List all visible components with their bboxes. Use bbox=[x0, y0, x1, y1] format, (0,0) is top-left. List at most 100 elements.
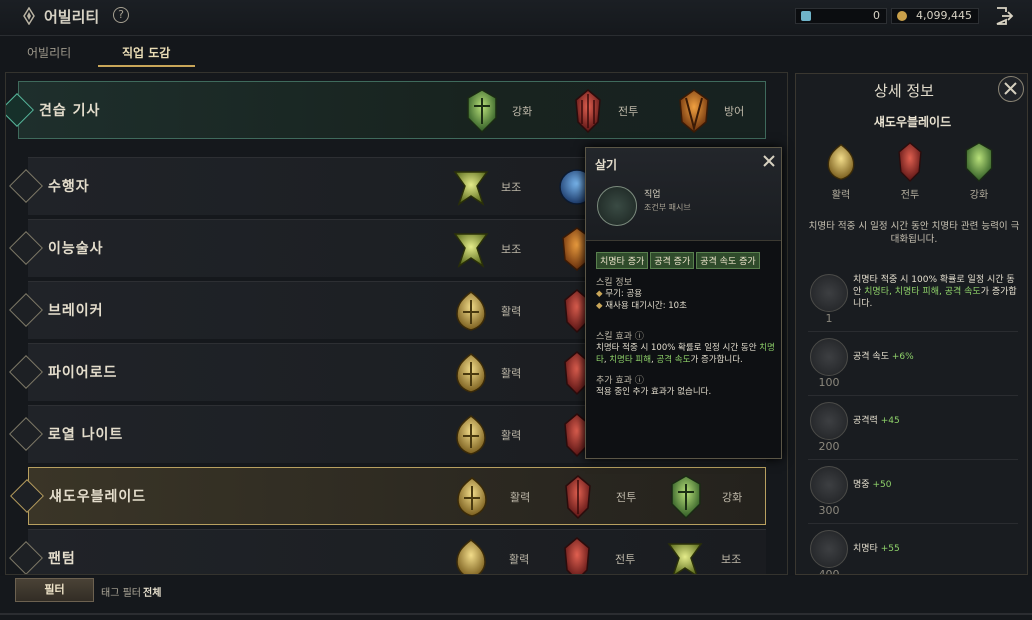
class-name: 섀도우블레이드 bbox=[49, 489, 147, 505]
ability-level: 300 bbox=[818, 504, 840, 517]
class-diamond-icon bbox=[9, 417, 43, 451]
tag-label: 방어 bbox=[724, 105, 745, 118]
class-row-shadowblade[interactable]: 섀도우블레이드 활력 전투 강화 bbox=[10, 467, 766, 525]
tab-class-codex[interactable]: 직업 도감 bbox=[122, 44, 170, 61]
gold-emblem-icon bbox=[456, 291, 486, 331]
help-icon[interactable]: ? bbox=[113, 7, 129, 23]
tag-label: 활력 bbox=[501, 367, 522, 380]
effect-description: 치명타 적중 시 100% 확률로 일정 시간 동안 치명타, 치명타 피해, … bbox=[596, 343, 775, 365]
emblem-label: 활력 bbox=[831, 190, 851, 201]
class-row-apprentice-knight[interactable]: 견습 기사 강화 전투 방어 bbox=[6, 81, 766, 139]
class-diamond-icon bbox=[9, 169, 43, 203]
tag-label: 강화 bbox=[512, 105, 533, 118]
class-name: 수행자 bbox=[48, 179, 90, 195]
green-emblem-icon bbox=[467, 89, 497, 134]
ability-entry: 300 명중 +50 bbox=[808, 464, 1018, 524]
class-name: 파이어로드 bbox=[48, 365, 118, 381]
close-icon[interactable] bbox=[762, 154, 776, 168]
tag-label: 보조 bbox=[501, 181, 522, 194]
class-diamond-icon bbox=[10, 479, 44, 513]
weapon-info: 무기: 공용 bbox=[605, 289, 643, 299]
ability-icon bbox=[810, 402, 848, 440]
gem-currency: 0 bbox=[795, 8, 887, 24]
tag-filter-label: 태그 필터 bbox=[101, 588, 141, 599]
tag-label: 전투 bbox=[618, 105, 639, 118]
red-emblem-icon bbox=[565, 475, 591, 520]
gold-amount: 4,099,445 bbox=[916, 9, 972, 22]
active-tab-indicator bbox=[98, 65, 195, 67]
skill-tag: 공격 증가 bbox=[650, 252, 695, 269]
filter-button[interactable]: 필터 bbox=[15, 578, 94, 602]
ability-entry: 100 공격 속도 +6% bbox=[808, 336, 1018, 396]
emblem-label: 강화 bbox=[969, 190, 989, 201]
ability-icon bbox=[23, 7, 35, 25]
ability-icon bbox=[810, 274, 848, 312]
tag-label: 활력 bbox=[510, 491, 531, 504]
yellowgreen-emblem-icon bbox=[453, 171, 489, 206]
ability-level: 1 bbox=[825, 312, 833, 325]
divider bbox=[0, 613, 1032, 615]
gold-emblem-icon bbox=[456, 353, 486, 393]
tab-ability[interactable]: 어빌리티 bbox=[27, 44, 71, 61]
top-bar: 어빌리티 ? 0 4,099,445 bbox=[0, 0, 1032, 36]
tooltip-header: 살기 직업 조건부 패시브 bbox=[586, 148, 781, 241]
section-title: 스킬 정보 bbox=[596, 278, 632, 288]
class-description: 치명타 적중 시 일정 시간 동안 치명타 관련 능력이 극대화됩니다. bbox=[808, 221, 1020, 245]
skill-info-section: 스킬 정보 ◆ 무기: 공용 ◆ 재사용 대기시간: 10초 bbox=[596, 275, 687, 312]
ability-entry: 400 치명타 +55 bbox=[808, 528, 1018, 575]
tooltip-title: 살기 bbox=[595, 158, 618, 172]
skill-tags: 치명타 증가 공격 증가 공격 속도 증가 bbox=[596, 249, 762, 269]
tab-bar: 어빌리티 직업 도감 bbox=[0, 36, 1032, 68]
gold-emblem-icon bbox=[456, 415, 486, 455]
emblem-label: 전투 bbox=[900, 190, 920, 201]
info-icon: ⓘ bbox=[634, 332, 644, 342]
extra-effect-text: 적용 중인 추가 효과가 없습니다. bbox=[596, 387, 712, 397]
tag-label: 전투 bbox=[615, 553, 636, 566]
section-title: 스킬 효과 bbox=[596, 332, 632, 342]
tag-label: 활력 bbox=[501, 305, 522, 318]
detail-panel: 상세 정보 섀도우블레이드 활력 전투 강화 치명타 적중 시 일정 시간 동안… bbox=[795, 73, 1028, 575]
detail-panel-title: 상세 정보 bbox=[874, 82, 934, 100]
class-diamond-icon bbox=[9, 293, 43, 327]
class-name: 브레이커 bbox=[48, 303, 104, 319]
ability-entry: 200 공격력 +45 bbox=[808, 400, 1018, 460]
gem-icon bbox=[801, 11, 811, 21]
tag-label: 보조 bbox=[501, 243, 522, 256]
page-title: 어빌리티 bbox=[44, 8, 100, 26]
skill-icon bbox=[597, 186, 637, 226]
exit-icon[interactable] bbox=[994, 6, 1014, 26]
cooldown-info: 재사용 대기시간: 10초 bbox=[605, 301, 687, 311]
class-diamond-icon bbox=[9, 355, 43, 389]
orange-emblem-icon bbox=[679, 89, 709, 133]
skill-tag: 치명타 증가 bbox=[596, 252, 649, 269]
skill-type-label: 직업 bbox=[644, 190, 661, 200]
yellowgreen-emblem-icon bbox=[667, 543, 703, 574]
close-button[interactable] bbox=[998, 76, 1024, 102]
tag-label: 보조 bbox=[721, 553, 742, 566]
gold-emblem-icon bbox=[456, 539, 486, 574]
extra-effect-section: 추가 효과 ⓘ 적용 중인 추가 효과가 없습니다. bbox=[596, 373, 711, 398]
class-diamond-icon bbox=[6, 93, 34, 127]
ability-icon bbox=[810, 338, 848, 376]
class-row-phantom[interactable]: 팬텀 활력 전투 보조 bbox=[9, 529, 766, 574]
tag-filter-value[interactable]: 전체 bbox=[143, 584, 161, 599]
ability-entry: 1 치명타 적중 시 100% 확률로 일정 시간 동안 치명타, 치명타 피해… bbox=[808, 272, 1018, 332]
gold-emblem-icon bbox=[457, 477, 487, 517]
red-emblem-icon bbox=[898, 142, 922, 183]
skill-effect-section: 스킬 효과 ⓘ 치명타 적중 시 100% 확률로 일정 시간 동안 치명타, … bbox=[596, 329, 776, 366]
section-title: 추가 효과 bbox=[596, 376, 632, 386]
skill-condition-label: 조건부 패시브 bbox=[644, 203, 691, 212]
class-name: 이능술사 bbox=[48, 241, 104, 257]
tag-label: 활력 bbox=[509, 553, 530, 566]
tag-label: 전투 bbox=[616, 491, 637, 504]
green-emblem-icon bbox=[671, 475, 701, 520]
ability-level: 400 bbox=[818, 568, 840, 575]
red-emblem-icon bbox=[575, 89, 601, 134]
ability-icon bbox=[810, 530, 848, 568]
yellowgreen-emblem-icon bbox=[453, 233, 489, 268]
gem-amount: 0 bbox=[873, 9, 880, 22]
selected-class-name: 섀도우블레이드 bbox=[873, 115, 952, 129]
skill-tooltip: 살기 직업 조건부 패시브 치명타 증가 공격 증가 공격 속도 증가 스킬 정보 … bbox=[585, 147, 782, 459]
class-name: 견습 기사 bbox=[39, 103, 101, 119]
ability-level: 200 bbox=[818, 440, 840, 453]
